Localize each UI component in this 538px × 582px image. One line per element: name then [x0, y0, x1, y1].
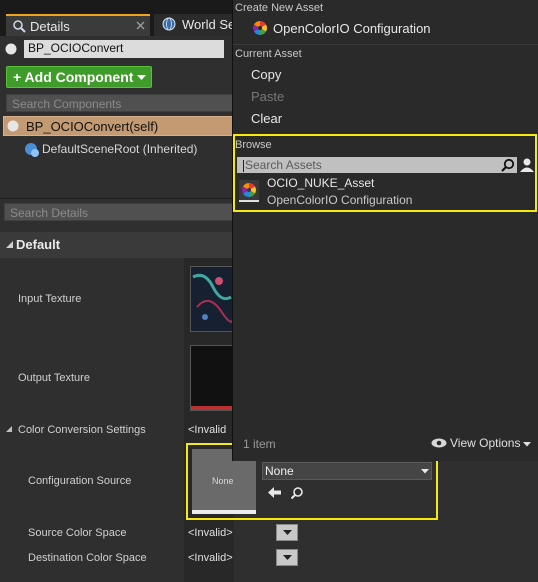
current-asset-header: Current Asset: [235, 48, 302, 60]
output-texture-thumbnail[interactable]: [190, 345, 235, 411]
separator: [0, 198, 232, 199]
actor-icon: [7, 120, 19, 132]
tab-details-label: Details: [30, 19, 70, 34]
search-details-input[interactable]: Search Details: [4, 203, 234, 221]
chevron-down-icon: [523, 442, 531, 447]
create-ocio-configuration-item[interactable]: OpenColorIO Configuration: [233, 18, 538, 40]
view-options-button[interactable]: View Options: [429, 434, 533, 454]
add-component-label: + Add Component: [13, 69, 134, 85]
source-color-space-label: Source Color Space: [28, 527, 127, 539]
asset-thumbnail: [239, 180, 259, 202]
asset-type: OpenColorIO Configuration: [267, 193, 413, 207]
copy-menu-item[interactable]: Copy: [251, 67, 281, 82]
thumbnail-accent-bar: [192, 510, 256, 514]
section-default-title: Default: [16, 237, 61, 252]
details-icon: [12, 19, 26, 33]
item-count: 1 item: [243, 437, 276, 451]
input-texture-label: Input Texture: [18, 293, 82, 305]
view-options-label: View Options: [450, 436, 521, 450]
scene-root-icon: [24, 142, 40, 158]
input-texture-thumbnail[interactable]: [190, 266, 235, 332]
clear-menu-item[interactable]: Clear: [251, 111, 282, 126]
create-ocio-configuration-label: OpenColorIO Configuration: [273, 21, 431, 36]
asset-name: OCIO_NUKE_Asset: [267, 176, 375, 190]
section-default[interactable]: Default: [0, 232, 232, 258]
actor-icon: [5, 43, 17, 55]
eye-icon: [431, 438, 447, 448]
search-icon: [501, 158, 515, 172]
component-default-scene-root[interactable]: DefaultSceneRoot (Inherited): [24, 140, 234, 160]
configuration-source-label: Configuration Source: [28, 475, 132, 487]
configuration-source-dropdown[interactable]: None: [262, 462, 432, 480]
tab-details[interactable]: Details: [6, 14, 150, 36]
component-self-row[interactable]: BP_OCIOConvert(self): [3, 116, 233, 136]
component-default-scene-root-label: DefaultSceneRoot (Inherited): [42, 142, 198, 156]
color-conversion-value: <Invalid: [188, 424, 227, 436]
blueprint-name-field[interactable]: BP_OCIOConvert: [24, 40, 224, 58]
chevron-down-icon: [421, 469, 429, 474]
asset-picker-popup: Create New Asset OpenColorIO Configurati…: [232, 0, 538, 461]
destination-color-space-dropdown[interactable]: [276, 549, 298, 566]
text-caret: [243, 159, 244, 172]
chevron-down-icon: [283, 555, 292, 561]
back-arrow-icon[interactable]: [268, 486, 282, 499]
divider: [233, 44, 538, 45]
source-color-space-value: <Invalid>: [188, 527, 233, 539]
destination-color-space-label: Destination Color Space: [28, 552, 147, 564]
texture-preview-image: [191, 267, 235, 331]
source-color-space-dropdown[interactable]: [276, 524, 298, 541]
globe-icon: [162, 17, 176, 31]
user-icon[interactable]: [520, 157, 534, 172]
search-assets-input[interactable]: Search Assets: [237, 157, 517, 173]
search-components-input[interactable]: Search Components: [6, 94, 234, 112]
ocio-color-wheel-icon: [242, 183, 256, 197]
ocio-color-wheel-icon: [253, 21, 267, 35]
create-new-asset-header: Create New Asset: [235, 2, 324, 14]
destination-color-space-value: <Invalid>: [188, 552, 233, 564]
configuration-source-value: None: [265, 464, 294, 478]
search-icon[interactable]: [290, 486, 304, 500]
tab-world-settings-label: World Se: [182, 17, 236, 32]
add-component-button[interactable]: + Add Component: [6, 66, 152, 88]
close-icon[interactable]: [136, 21, 145, 30]
search-assets-placeholder: Search Assets: [245, 158, 322, 172]
component-self-label: BP_OCIOConvert(self): [26, 119, 159, 134]
paste-menu-item: Paste: [251, 89, 285, 104]
output-texture-label: Output Texture: [18, 372, 90, 384]
none-thumbnail-label: None: [212, 476, 234, 486]
expand-arrow-icon[interactable]: [6, 426, 13, 433]
tab-world-settings[interactable]: World Se: [154, 14, 238, 36]
texture-accent-bar: [191, 406, 235, 410]
color-conversion-settings-label: Color Conversion Settings: [18, 424, 146, 436]
asset-list-item[interactable]: OCIO_NUKE_Asset OpenColorIO Configuratio…: [235, 176, 533, 208]
browse-header: Browse: [235, 139, 272, 151]
chevron-down-icon: [137, 75, 146, 81]
chevron-down-icon: [283, 530, 292, 536]
expand-arrow-icon: [6, 241, 14, 249]
